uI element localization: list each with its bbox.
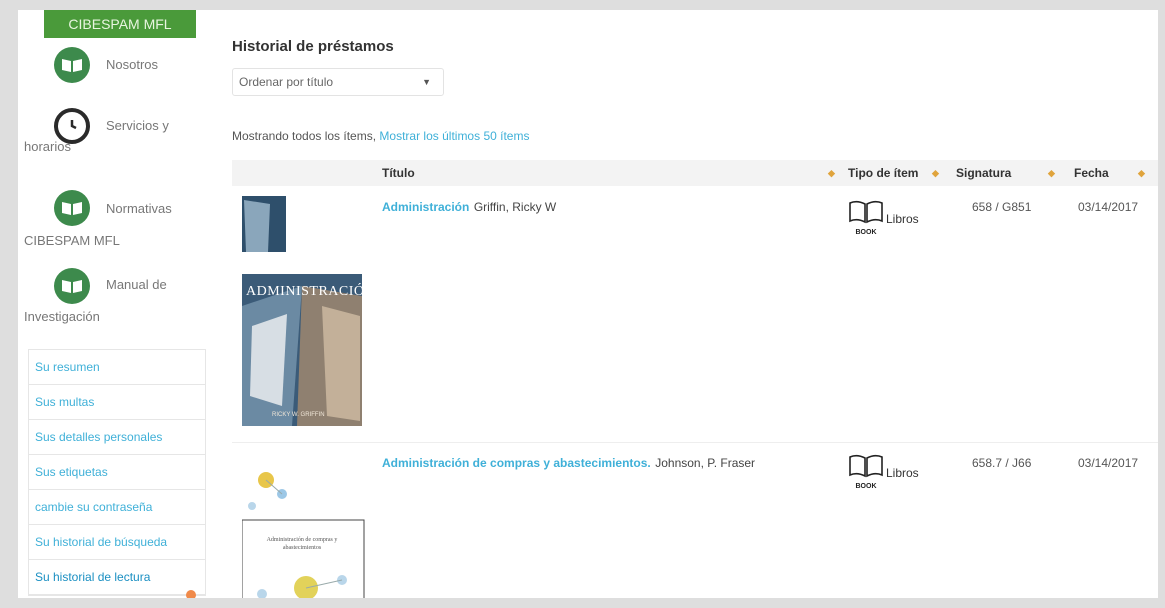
sort-icon[interactable]: ◆ [1138,168,1145,179]
sidebar: CIBESPAM MFL Nosotros Servicios y horari… [18,10,218,598]
chevron-down-icon: ▼ [422,77,431,87]
item-title-link[interactable]: Administración de compras y abastecimien… [382,456,651,470]
page-title: Historial de préstamos [232,38,394,55]
item-date: 03/14/2017 [1078,456,1139,470]
page-frame: CIBESPAM MFL Nosotros Servicios y horari… [18,10,1158,598]
item-author: Johnson, P. Fraser [655,456,756,470]
item-author: Griffin, Ricky W [473,200,557,214]
table-row: Administración de compras y abastecimien… [232,444,1158,598]
column-header-callnumber[interactable]: Signatura [956,166,1011,180]
item-title-cell: Administración de compras y abastecimien… [382,454,755,472]
menu-item-historial-lectura[interactable]: Su historial de lectura [29,560,205,595]
item-date: 03/14/2017 [1078,200,1139,214]
book-icon [54,190,90,226]
showing-text: Mostrando todos los ítems, [232,129,377,143]
book-icon [54,47,90,83]
item-type-cell: BOOK Libros [848,200,919,237]
show-last-50-link[interactable]: Mostrar los últimos 50 ítems [379,129,529,143]
sort-icon[interactable]: ◆ [932,168,939,179]
sort-select[interactable]: Ordenar por título ▼ [232,68,444,96]
row-divider [232,442,1158,443]
sidebar-link-label-2: horarios [24,139,71,154]
book-icon [54,268,90,304]
menu-item-historial-busqueda[interactable]: Su historial de búsqueda [29,525,205,560]
sort-icon[interactable]: ◆ [1048,168,1055,179]
column-header-type[interactable]: Tipo de ítem [848,166,918,180]
item-type-cell: BOOK Libros [848,454,919,491]
item-type-label: Libros [886,465,919,480]
menu-item-etiquetas[interactable]: Sus etiquetas [29,455,205,490]
cursor-marker [186,590,196,598]
item-callnumber: 658.7 / J66 [972,456,1032,470]
account-menu: Su resumen Sus multas Sus detalles perso… [28,349,206,596]
sidebar-link-label: Nosotros [106,57,159,72]
sort-icon[interactable]: ◆ [828,168,835,179]
book-icon-label: BOOK [855,229,877,236]
item-title-cell: Administración Griffin, Ricky W [382,198,556,216]
book-cover-image[interactable]: ADMINISTRACIÓN RICKY W. GRIFFIN [242,196,375,426]
book-icon: BOOK [848,200,884,237]
menu-item-resumen[interactable]: Su resumen [29,350,205,385]
sidebar-link-label: Normativas [106,201,172,216]
menu-item-contrasena[interactable]: cambie su contraseña [29,490,205,525]
book-cover-image[interactable]: Administración de compras y abastecimien… [241,448,366,598]
column-header-date[interactable]: Fecha [1074,166,1109,180]
sort-select-value: Ordenar por título [239,75,334,89]
brand-header[interactable]: CIBESPAM MFL [44,10,196,38]
sidebar-link-label-2: CIBESPAM MFL [24,233,120,248]
showing-info: Mostrando todos los ítems, Mostrar los ú… [232,129,529,143]
sidebar-link-label: Servicios y [106,118,169,133]
item-type-label: Libros [886,211,919,226]
cover-title: Administración de compras y abastecimien… [266,537,338,551]
item-callnumber: 658 / G851 [972,200,1032,214]
table-header: Título ◆ Tipo de ítem ◆ Signatura ◆ Fech… [232,160,1158,186]
column-header-title[interactable]: Título [382,166,415,180]
book-icon-label: BOOK [855,483,877,490]
cover-author: RICKY W. GRIFFIN [272,412,325,418]
book-icon: BOOK [848,454,884,491]
menu-item-detalles[interactable]: Sus detalles personales [29,420,205,455]
menu-item-multas[interactable]: Sus multas [29,385,205,420]
sidebar-link-label: Manual de [106,277,167,292]
sidebar-link-label-2: Investigación [24,309,100,324]
table-row: ADMINISTRACIÓN RICKY W. GRIFFIN Administ… [232,190,1158,440]
item-title-link[interactable]: Administración [382,200,469,214]
cover-title: ADMINISTRACIÓN [246,284,376,299]
